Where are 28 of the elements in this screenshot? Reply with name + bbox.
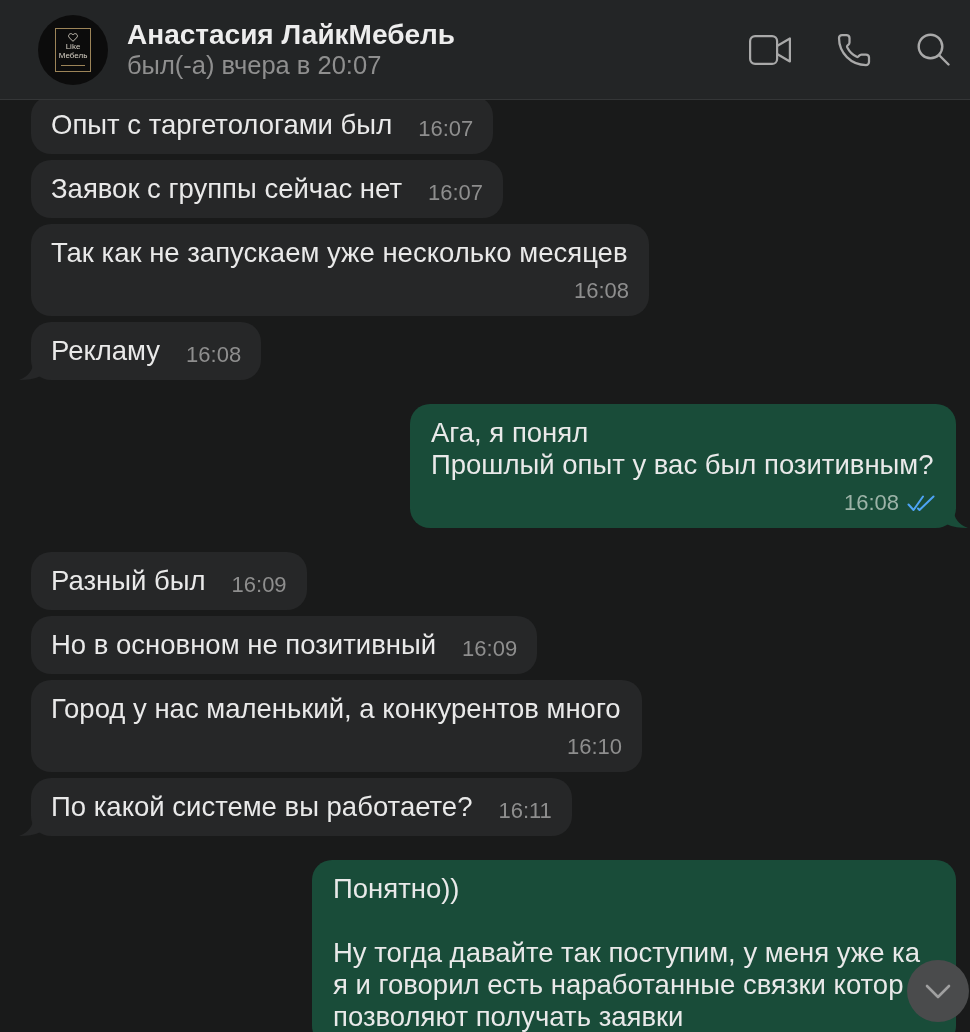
message-time: 16:08 — [573, 279, 629, 303]
search-icon — [917, 33, 950, 66]
message-text: Ага, я понял Прошлый опыт у вас был позитивным? — [431, 417, 934, 481]
chevron-down-icon — [925, 983, 951, 999]
message-text: Заявок с группы сейчас нет — [51, 173, 402, 205]
message-time: 16:10 — [566, 735, 622, 759]
message-text: Город у нас маленький, а конкурентов много — [51, 693, 621, 725]
message-text: Так как не запускаем уже несколько месяцев — [51, 237, 628, 269]
message-text: Рекламу — [51, 335, 161, 367]
message-text: По какой системе вы работаете? — [51, 791, 473, 823]
last-seen-status: был(-а) вчера в 20:07 — [127, 51, 383, 80]
message-text: Но в основном не позитивный — [51, 629, 437, 661]
message-time: 16:07 — [418, 117, 474, 141]
message-text: Разный был — [51, 565, 206, 597]
message-time: 16:09 — [462, 637, 518, 661]
phone-icon — [836, 31, 872, 68]
message-time: 16:07 — [428, 181, 484, 205]
video-camera-icon — [749, 34, 791, 65]
message-text: Понятно)) Ну тогда давайте так поступим, у меня уже ка я и говорил есть наработанные связки котор позволяют получать заявки — [333, 873, 922, 1032]
message-time: 16:08 — [843, 491, 899, 515]
message-time: 16:08 — [186, 343, 242, 367]
logo-text: Мебель — [58, 50, 88, 60]
heart-icon — [68, 32, 78, 42]
logo-text: Like — [65, 41, 81, 51]
contact-name: Анастасия ЛайкМебель — [127, 19, 455, 51]
message-time: 16:11 — [498, 799, 552, 823]
message-text: Опыт с таргетологами был — [51, 109, 393, 141]
message-time: 16:09 — [231, 573, 287, 597]
